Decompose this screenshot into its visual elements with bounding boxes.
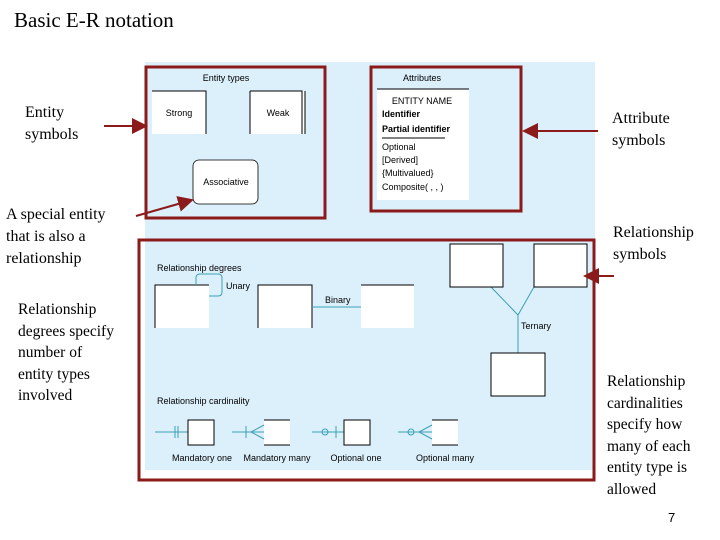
- svg-text:Identifier: Identifier: [382, 109, 421, 119]
- associative-entity: Associative: [192, 159, 259, 205]
- svg-text:Weak: Weak: [267, 108, 290, 118]
- svg-text:Partial identifier: Partial identifier: [382, 124, 451, 134]
- degrees-title: Relationship degrees: [157, 263, 242, 273]
- attributes-title: Attributes: [403, 73, 442, 83]
- weak-entity: Weak: [249, 90, 306, 134]
- svg-text:Ternary: Ternary: [521, 321, 552, 331]
- svg-text:Binary: Binary: [325, 295, 351, 305]
- svg-text:Composite( , , ): Composite( , , ): [382, 182, 444, 192]
- svg-text:Strong: Strong: [166, 108, 193, 118]
- svg-text:ENTITY NAME: ENTITY NAME: [392, 96, 452, 106]
- strong-entity: Strong: [152, 90, 207, 134]
- svg-text:Optional many: Optional many: [416, 453, 475, 463]
- svg-text:[Derived]: [Derived]: [382, 155, 418, 165]
- svg-text:Unary: Unary: [226, 281, 251, 291]
- svg-text:Mandatory many: Mandatory many: [243, 453, 311, 463]
- svg-text:Optional one: Optional one: [330, 453, 381, 463]
- cardinality-title: Relationship cardinality: [157, 396, 250, 406]
- svg-text:Optional: Optional: [382, 142, 416, 152]
- er-notation-figure: Entity types Strong Weak Associative Att…: [104, 62, 614, 482]
- svg-text:{Multivalued}: {Multivalued}: [382, 168, 434, 178]
- slide: Basic E-R notation Entity symbols A spec…: [0, 0, 720, 540]
- entity-types-title: Entity types: [203, 73, 250, 83]
- attributes-entity: ENTITY NAME Identifier Partial identifie…: [377, 88, 469, 200]
- svg-text:Associative: Associative: [203, 177, 249, 187]
- svg-text:Mandatory one: Mandatory one: [172, 453, 232, 463]
